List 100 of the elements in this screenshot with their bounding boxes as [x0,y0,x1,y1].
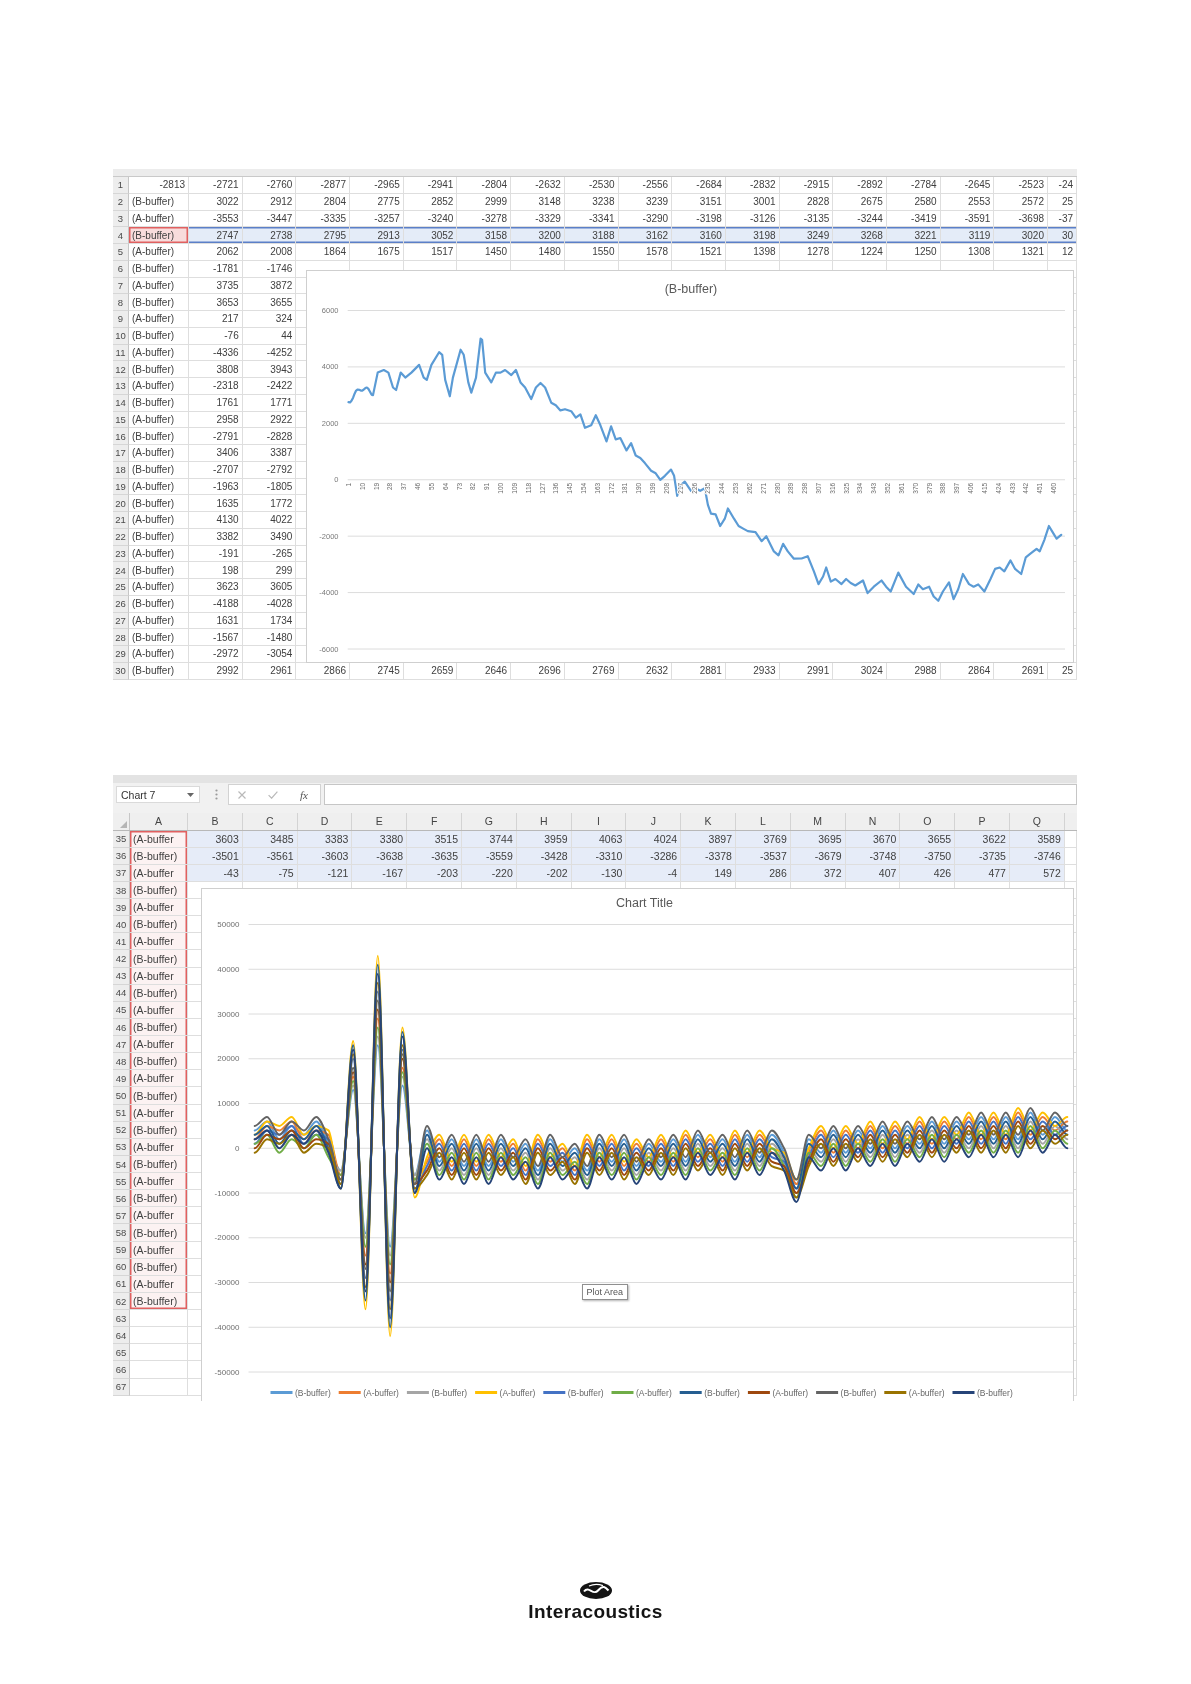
row-number: 57 [113,1207,130,1225]
table-cell: 3943 [242,361,297,378]
column-header[interactable]: O [900,813,956,830]
table-cell: 2999 [457,193,512,211]
table-cell: (B-buffer) [129,562,189,579]
axis-label: 40000 [216,964,239,974]
formula-field[interactable] [324,784,1077,805]
column-header[interactable]: I [571,813,627,830]
check-icon [268,790,278,799]
column-header[interactable]: M [790,813,846,830]
table-cell: (B-buffer) [129,461,189,479]
table-cell: (A-buffer) [129,311,189,328]
table-cell: -2684 [672,177,726,194]
table-cell: 3119 [940,227,995,244]
row-number: 17 [113,445,129,462]
row-number: 25 [113,579,129,596]
table-cell: (A-buffer [130,1070,188,1088]
column-header[interactable]: N [845,813,901,830]
axis-label: 30000 [216,1009,239,1018]
column-header[interactable]: D [297,813,353,830]
column-header[interactable]: L [735,813,791,830]
table-cell: 3200 [511,227,565,244]
function-button[interactable]: fx [300,788,308,801]
table-cell: 3490 [242,528,297,546]
table-cell: 1250 [886,244,941,261]
table-cell: (B-buffer) [130,950,188,968]
column-header[interactable]: C [242,813,298,830]
table-cell: 25 [1048,193,1077,211]
table-cell: -2556 [618,177,673,194]
table-cell: 1675 [350,244,404,261]
row-number: 49 [113,1070,130,1088]
column-header[interactable]: Q [1009,813,1065,830]
axis-label: -20000 [214,1232,239,1242]
table-cell: 3623 [189,579,243,596]
legend-label: (A-buffer) [635,1387,672,1397]
table-cell: (A-buffer) [129,612,189,630]
table-cell: -2791 [189,428,243,445]
chart-title: (B-buffer) [664,281,718,296]
row-number: 4 [113,227,129,244]
column-header[interactable]: P [955,813,1010,830]
table-cell: -2523 [994,177,1048,194]
table-cell: -24 [1048,177,1077,194]
column-header[interactable]: K [681,813,736,830]
column-header[interactable]: A [130,813,188,830]
row-number: 5 [113,244,129,261]
table-cell: (A-buffer) [129,378,189,395]
column-header[interactable]: J [626,813,682,830]
table-cell: 1224 [833,244,887,261]
table-cell: -191 [189,545,243,563]
column-header[interactable]: B [188,813,243,830]
table-cell: 3655 [242,294,297,311]
column-header[interactable]: H [516,813,572,830]
table-cell: -2877 [296,177,351,194]
table-cell: (A-buffer) [129,646,189,663]
table-cell: 3052 [403,227,458,244]
column-header[interactable]: F [407,813,462,830]
corner-triangle-icon[interactable] [120,820,127,828]
row-number: 42 [113,950,130,968]
table-cell: -265 [242,545,297,563]
table-cell: 2913 [350,227,404,244]
table-cell: (B-buffer) [129,327,189,345]
table-cell: (B-buffer) [129,495,189,512]
row-number: 39 [113,899,130,917]
axis-label: 0 [234,1143,239,1153]
table-cell: (B-buffer) [129,428,189,445]
table-cell: 3221 [886,227,941,244]
table-cell: 3249 [779,227,834,244]
table-cell: (A-buffer) [129,512,189,529]
table-cell: -2804 [457,177,512,194]
table-cell: (A-buffer) [129,277,189,295]
name-box[interactable]: Chart 7 [116,786,200,803]
axis-label: 50000 [216,919,239,929]
table-cell: -2965 [350,177,404,194]
row-number: 65 [113,1344,130,1362]
table-cell: -4252 [242,344,297,362]
table-cell: 3268 [833,227,887,244]
table-cell: -1781 [189,260,243,278]
table-cell: 4022 [242,512,297,529]
table-cell: -1480 [242,629,297,646]
table-cell: -4336 [189,344,243,362]
table-cell: 1517 [403,244,458,261]
vertical-dots-icon[interactable] [215,789,218,800]
row-number: 8 [113,294,129,311]
table-cell: -2941 [403,177,458,194]
table-cell: 217 [189,311,243,328]
row-number: 47 [113,1036,130,1054]
table-cell: 324 [242,311,297,328]
column-header[interactable]: E [352,813,408,830]
table-cell: 3605 [242,579,297,596]
table-cell: -2892 [833,177,887,194]
table-cell: -2832 [725,177,780,194]
row-number: 28 [113,629,129,646]
row-number: 58 [113,1224,130,1242]
axis-label: -30000 [214,1277,239,1287]
table-cell: 3239 [618,193,673,211]
table-cell: 3151 [672,193,726,211]
legend-label: (B-buffer) [430,1387,467,1397]
column-header[interactable]: G [462,813,517,830]
tooltip: Plot Area [581,1283,629,1300]
table-cell: (A-buffer [130,1173,188,1191]
